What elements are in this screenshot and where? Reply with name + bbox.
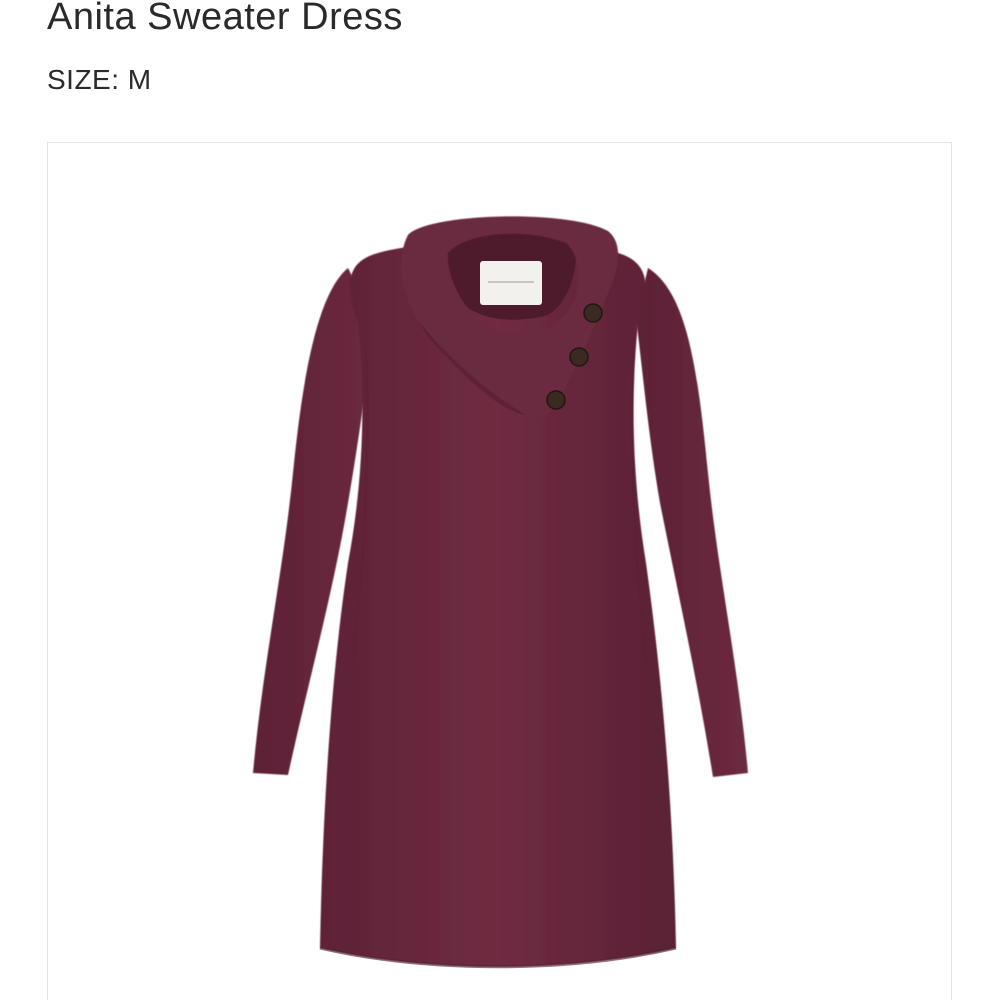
size-label: SIZE: [47, 64, 120, 95]
size-row: SIZE: M [47, 64, 152, 96]
product-title: Anita Sweater Dress [47, 0, 403, 38]
dress-image [253, 216, 748, 969]
product-detail-page: Anita Sweater Dress SIZE: M [0, 0, 1000, 1000]
collar-button-3 [546, 390, 566, 410]
size-value: M [127, 64, 152, 95]
collar-button-2 [569, 347, 589, 367]
collar-button-1 [583, 303, 603, 323]
product-image-card[interactable] [47, 142, 952, 1000]
